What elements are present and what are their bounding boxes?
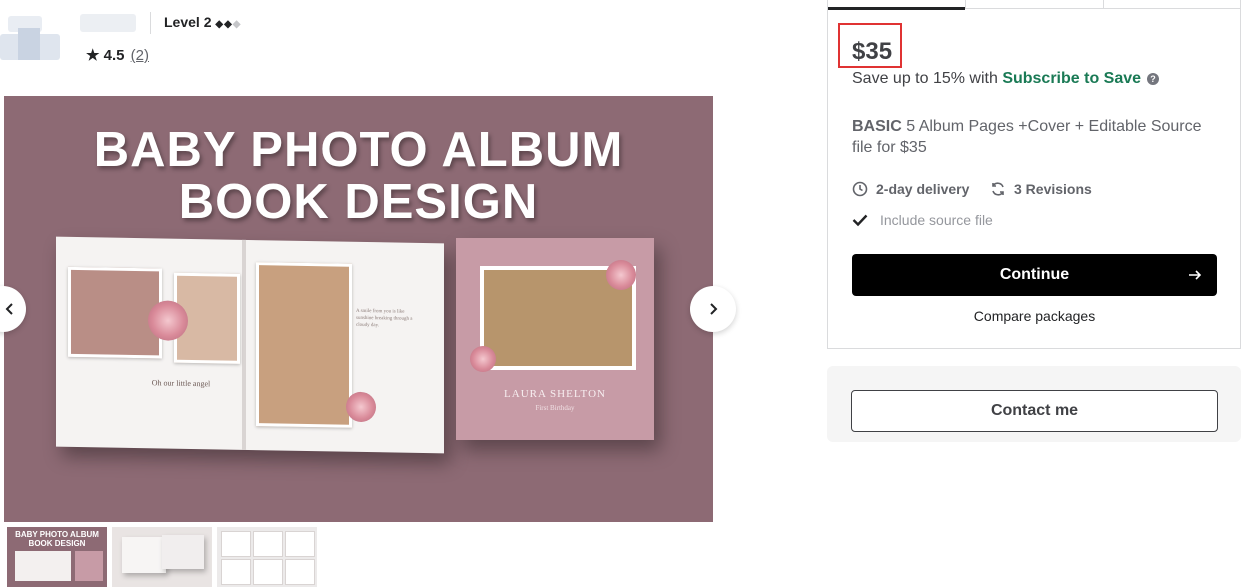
delivery-label: 2-day delivery bbox=[876, 181, 970, 197]
thumbnail-caption: BOOK DESIGN bbox=[28, 539, 86, 548]
cover-subtitle: First Birthday bbox=[535, 404, 575, 412]
chevron-left-icon bbox=[5, 303, 13, 315]
subscribe-save-text: Save up to 15% with Subscribe to Save? bbox=[852, 70, 1160, 88]
package-description-text: 5 Album Pages +Cover + Editable Source f… bbox=[852, 118, 1202, 156]
gig-gallery-image[interactable]: BABY PHOTO ALBUM BOOK DESIGN Oh our litt… bbox=[4, 96, 713, 522]
revisions-label: 3 Revisions bbox=[1014, 181, 1092, 197]
review-count-link[interactable]: (2) bbox=[131, 47, 149, 64]
seller-avatar[interactable] bbox=[0, 14, 60, 60]
feature-item: Include source file bbox=[852, 212, 993, 228]
compare-packages-link[interactable]: Compare packages bbox=[852, 308, 1217, 324]
feature-label: Include source file bbox=[880, 212, 993, 228]
divider bbox=[965, 0, 966, 8]
seller-name-blurred[interactable] bbox=[80, 14, 136, 32]
seller-rating: ★ 4.5 (2) bbox=[86, 46, 149, 64]
arrow-right-icon bbox=[1189, 270, 1202, 280]
open-album-mockup: Oh our little angel A smile from you is … bbox=[56, 236, 444, 454]
level-diamonds-icon: ◆◆ bbox=[215, 19, 233, 30]
baby-photo bbox=[68, 266, 162, 359]
continue-label: Continue bbox=[999, 266, 1070, 283]
baby-photo bbox=[256, 262, 352, 428]
flower-decoration-icon bbox=[606, 260, 636, 290]
chevron-right-icon bbox=[710, 303, 718, 315]
package-description: BASIC 5 Album Pages +Cover + Editable So… bbox=[852, 116, 1202, 158]
album-caption: Oh our little angel bbox=[151, 378, 211, 389]
continue-button[interactable]: Continue bbox=[852, 254, 1217, 296]
closed-album-mockup: LAURA SHELTON First Birthday bbox=[456, 238, 654, 440]
star-icon: ★ bbox=[86, 47, 100, 64]
gallery-thumbnail-2[interactable] bbox=[112, 527, 212, 587]
flower-decoration-icon bbox=[470, 346, 496, 372]
divider bbox=[150, 12, 151, 34]
level-diamond-empty-icon: ◆ bbox=[232, 19, 241, 30]
clock-icon bbox=[852, 181, 868, 197]
thumbnail-caption: BABY PHOTO ALBUM bbox=[15, 530, 99, 539]
flower-decoration-icon bbox=[346, 391, 376, 423]
revisions-count: 3 Revisions bbox=[990, 181, 1092, 197]
help-icon[interactable]: ? bbox=[1147, 73, 1160, 85]
flower-decoration-icon bbox=[148, 300, 188, 341]
gallery-title-line1: BABY PHOTO ALBUM bbox=[93, 123, 624, 177]
checkmark-icon bbox=[852, 214, 868, 227]
price-highlight-box bbox=[838, 23, 902, 68]
cover-name: LAURA SHELTON bbox=[504, 388, 606, 400]
album-quote: A smile from you is like sunshine breaki… bbox=[356, 308, 413, 329]
gallery-thumbnail-3[interactable] bbox=[217, 527, 317, 587]
seller-level: Level 2 ◆◆◆ bbox=[164, 14, 240, 30]
package-tier: BASIC bbox=[852, 118, 902, 135]
tab-basic[interactable] bbox=[828, 7, 965, 10]
gallery-title-line2: BOOK DESIGN bbox=[178, 175, 539, 229]
refresh-icon bbox=[992, 182, 1004, 196]
rating-value: 4.5 bbox=[103, 47, 125, 64]
subscribe-to-save-link[interactable]: Subscribe to Save bbox=[1002, 70, 1141, 87]
gallery-thumbnail-1[interactable]: BABY PHOTO ALBUM BOOK DESIGN bbox=[7, 527, 107, 587]
save-prefix: Save up to 15% with bbox=[852, 70, 1003, 87]
contact-me-button[interactable]: Contact me bbox=[851, 390, 1218, 432]
gallery-next-button[interactable] bbox=[690, 286, 736, 332]
divider bbox=[1103, 0, 1104, 8]
seller-level-label: Level 2 bbox=[164, 14, 212, 30]
delivery-time: 2-day delivery bbox=[852, 181, 969, 197]
